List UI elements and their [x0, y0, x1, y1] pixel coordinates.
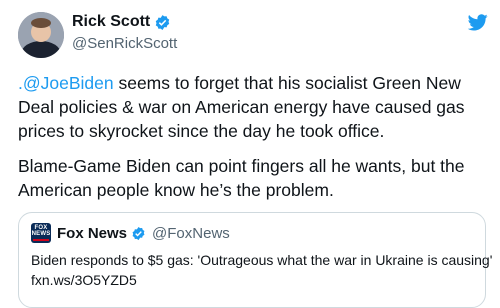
author-display-name[interactable]: Rick Scott: [72, 12, 150, 32]
fox-news-logo: FOX NEWS: [31, 223, 51, 243]
fox-news-logo-stripe: [33, 239, 49, 241]
quoted-tweet-link[interactable]: fxn.ws/3O5YZD5: [31, 271, 137, 289]
quoted-verified-badge-icon: [132, 226, 145, 240]
tweet-line-1-text: seems to forget that his socialist Green…: [113, 73, 461, 93]
author-name-row: Rick Scott: [72, 12, 171, 32]
quoted-tweet-card[interactable]: FOX NEWS Fox News @FoxNews Biden respond…: [18, 212, 492, 308]
tweet-line-3: prices to skyrocket since the day he too…: [18, 121, 385, 141]
mention-link[interactable]: .@JoeBiden: [18, 73, 114, 93]
twitter-bird-icon[interactable]: [468, 14, 488, 31]
avatar-photo: [18, 12, 64, 58]
verified-badge-icon: [156, 14, 170, 30]
author-avatar[interactable]: [18, 12, 64, 58]
fox-news-logo-text-bottom: NEWS: [31, 231, 51, 237]
tweet-line-1: .@JoeBiden seems to forget that his soci…: [18, 71, 488, 95]
quoted-handle[interactable]: @FoxNews: [152, 225, 230, 242]
tweet-line-4: Blame-Game Biden can point fingers all h…: [18, 156, 465, 176]
author-handle[interactable]: @SenRickScott: [72, 35, 177, 53]
quoted-tweet-text: Biden responds to $5 gas: 'Outrageous wh…: [31, 252, 493, 268]
tweet-text-paragraph-2: Blame-Game Biden can point fingers all h…: [18, 154, 488, 202]
quoted-display-name[interactable]: Fox News: [57, 225, 127, 242]
quoted-tweet-header: FOX NEWS Fox News @FoxNews: [31, 223, 230, 243]
tweet-text-paragraph-1: .@JoeBiden seems to forget that his soci…: [18, 71, 488, 143]
tweet-line-5: American people know he’s the problem.: [18, 180, 334, 200]
tweet-line-2: Deal policies & war on American energy h…: [18, 97, 465, 117]
